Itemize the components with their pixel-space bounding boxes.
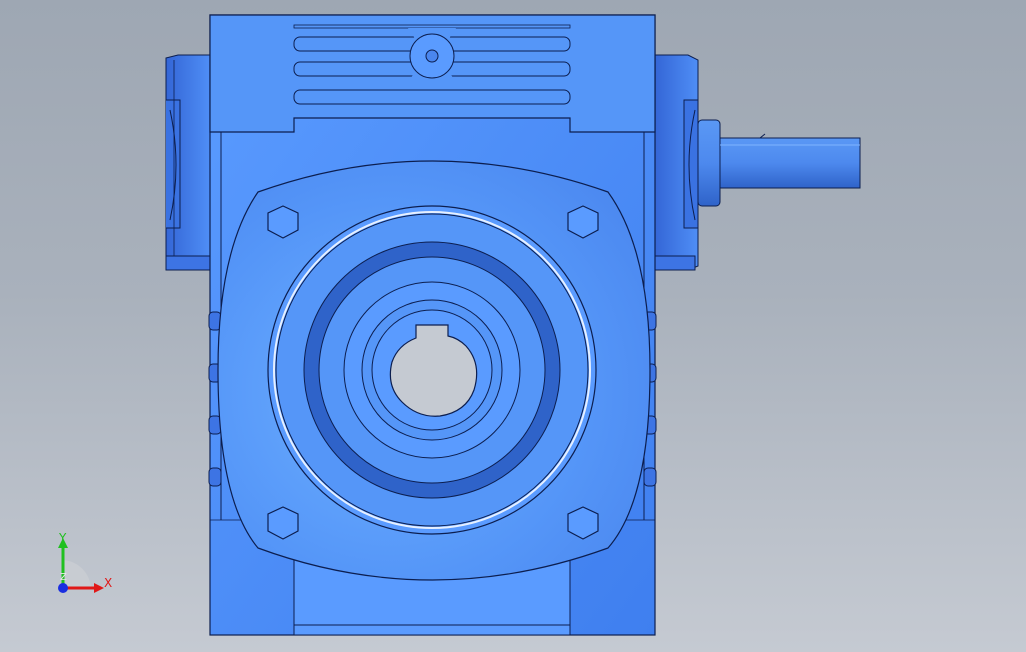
- top-cover: [209, 14, 656, 133]
- triad-y-label: Y: [59, 531, 67, 545]
- gearbox-model[interactable]: [0, 0, 1026, 652]
- triad-z-label: Z: [60, 572, 67, 583]
- orientation-triad: Y X Z: [48, 532, 118, 602]
- 3d-viewport[interactable]: Y X Z: [0, 0, 1026, 652]
- input-shaft[interactable]: [697, 119, 861, 207]
- triad-x-label: X: [104, 576, 113, 590]
